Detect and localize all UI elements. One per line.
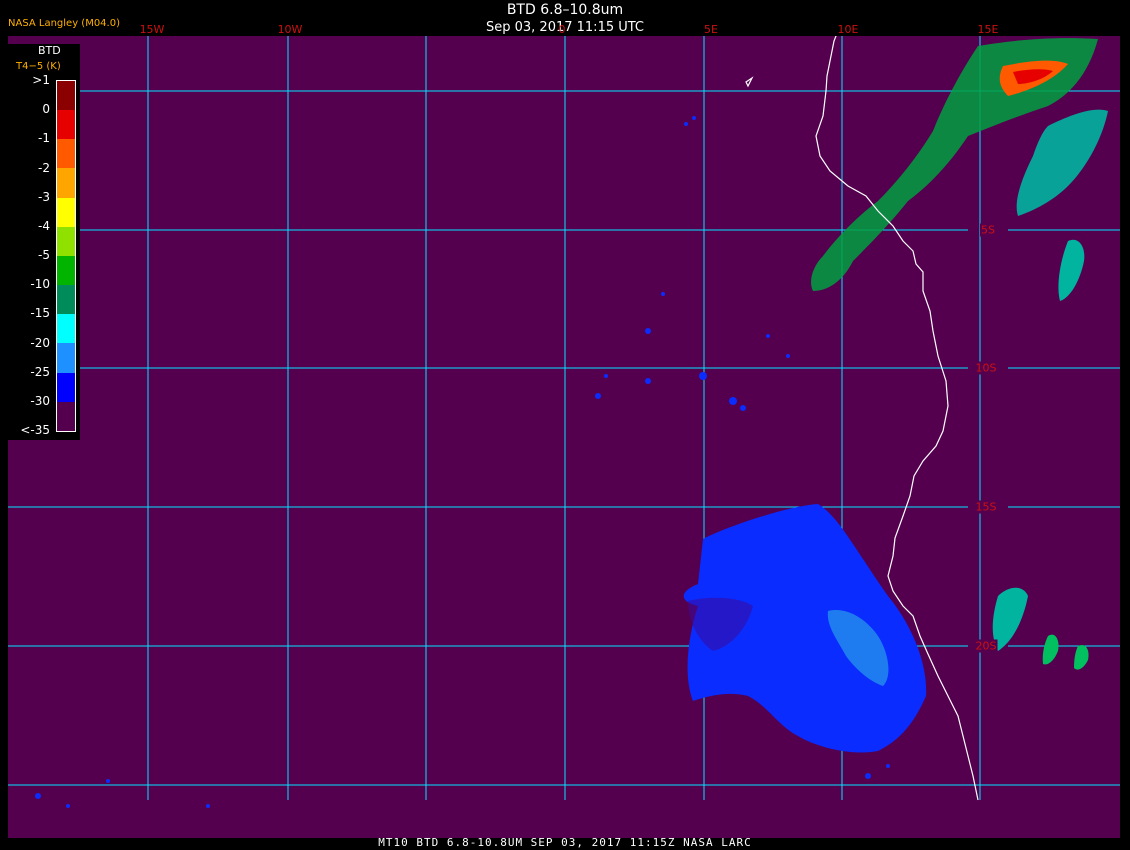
footer-caption: MT10 BTD 6.8-10.8UM SEP 03, 2017 11:15Z …	[378, 836, 752, 849]
legend-tick-label: -20	[30, 335, 50, 350]
map-graphics	[8, 36, 1120, 808]
legend-title: BTD	[38, 44, 61, 57]
legend-swatch	[57, 372, 75, 402]
lat-label-20s: 20S	[974, 639, 998, 653]
legend-tick-label: -1	[38, 131, 50, 146]
legend-tick-label: -2	[38, 160, 50, 175]
legend-swatch	[57, 197, 75, 227]
lon-label-0: 0	[558, 23, 566, 36]
legend-swatch	[57, 110, 75, 140]
lat-label-15s: 15S	[974, 500, 998, 514]
legend-tick-label: >1	[32, 73, 50, 87]
legend-tick-label: -3	[38, 189, 50, 204]
legend-swatch	[57, 343, 75, 373]
legend-tick-label: <-35	[20, 423, 50, 437]
legend-colorbar	[56, 80, 76, 432]
color-legend: BTD T4−5 (K) >1 0 -1 -2 -3 -4 -5 -10 -15 -20 -25 -3…	[8, 44, 80, 440]
lon-label-15e: 15E	[977, 23, 999, 36]
cloud-region	[683, 504, 927, 753]
lon-label-5e: 5E	[704, 23, 718, 36]
credit-label: NASA Langley (M04.0)	[8, 18, 120, 29]
legend-swatch	[57, 401, 75, 431]
legend-tick-label: -25	[30, 364, 50, 379]
legend-tick-label: -4	[38, 218, 50, 233]
lon-label-15w: 15W	[139, 23, 165, 36]
legend-swatch	[57, 81, 75, 111]
lon-label-10w: 10W	[277, 23, 303, 36]
legend-swatch	[57, 226, 75, 256]
legend-tick-label: -15	[30, 306, 50, 321]
lat-label-5s: 5S	[980, 223, 996, 237]
image-title: BTD 6.8–10.8um	[506, 2, 624, 18]
lon-label-10e: 10E	[837, 23, 859, 36]
lat-label-10s: 10S	[974, 361, 998, 375]
legend-swatch	[57, 139, 75, 169]
legend-swatch	[57, 314, 75, 344]
legend-swatch	[57, 285, 75, 315]
legend-tick-label: -30	[30, 393, 50, 408]
legend-swatch	[57, 255, 75, 286]
legend-swatch	[57, 168, 75, 198]
legend-tick-label: 0	[42, 102, 50, 117]
legend-subtitle: T4−5 (K)	[16, 61, 61, 72]
legend-tick-label: -5	[38, 248, 50, 262]
satellite-map[interactable]	[8, 36, 1120, 838]
legend-tick-label: -10	[30, 277, 50, 292]
